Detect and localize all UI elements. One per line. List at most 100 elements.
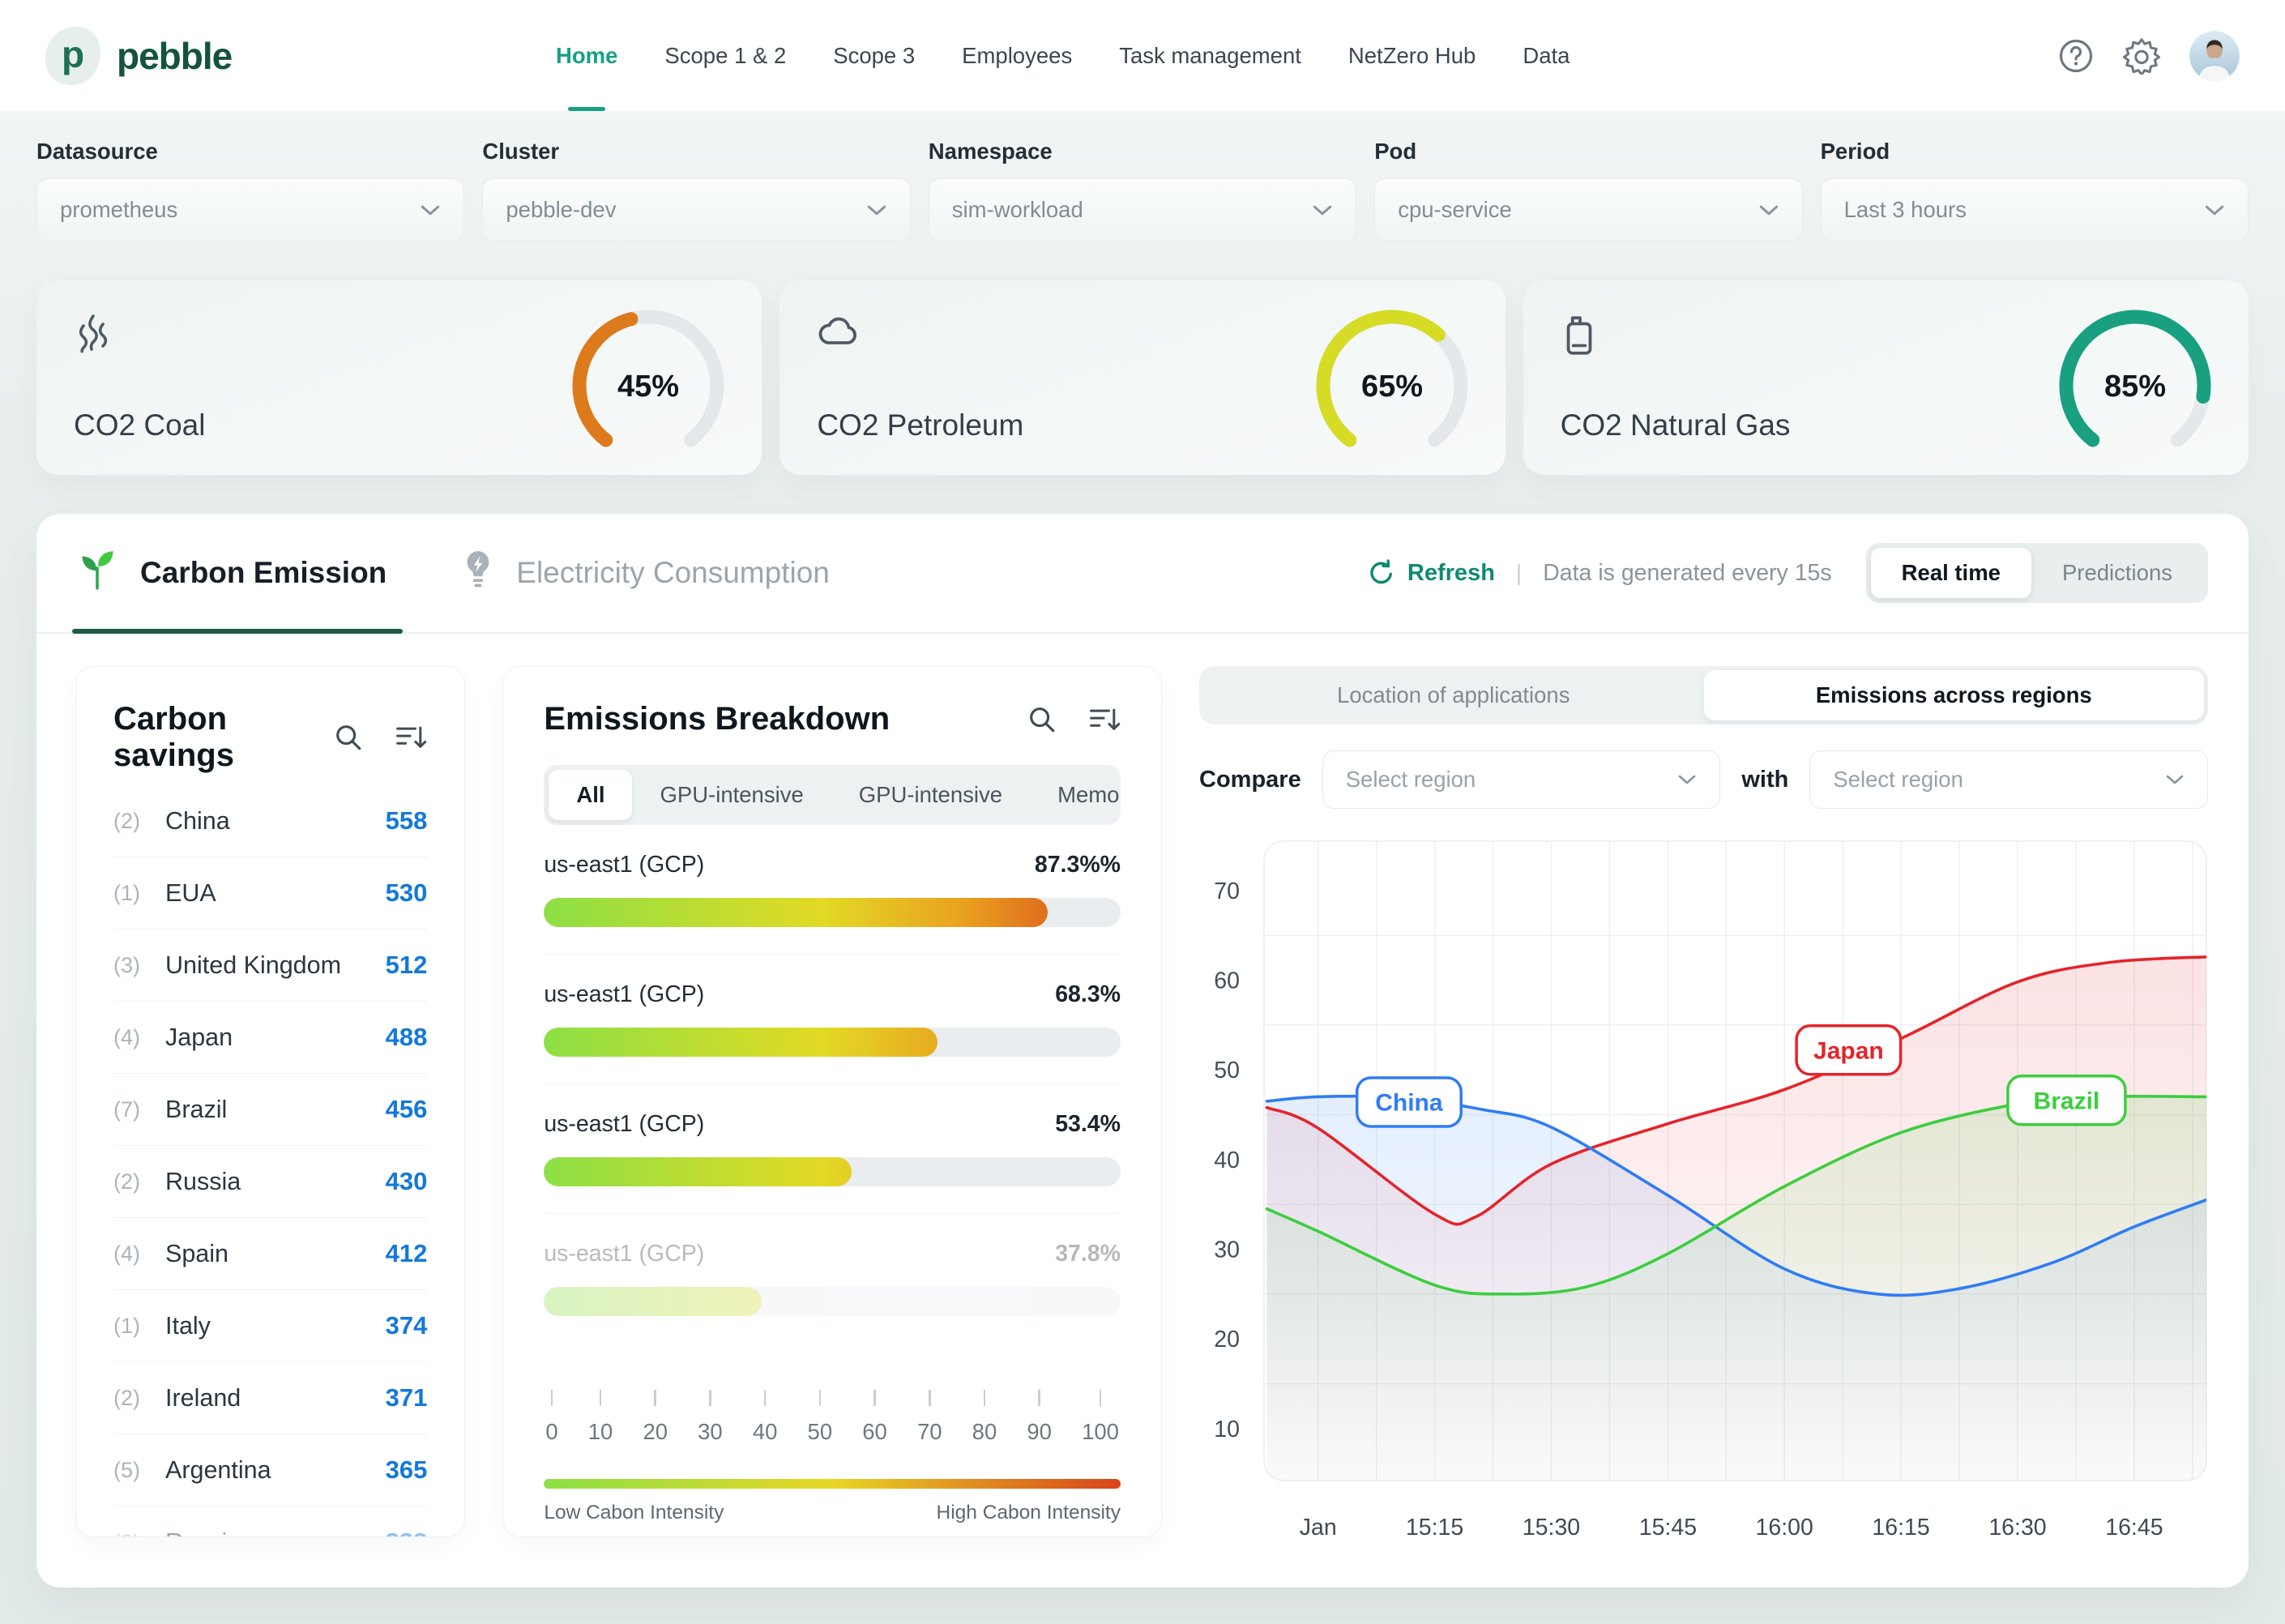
toggle-predictions[interactable]: Predictions: [2031, 548, 2203, 598]
savings-row-japan[interactable]: (4)Japan488: [113, 1002, 427, 1074]
compare-region-select-2[interactable]: Select region: [1809, 750, 2208, 809]
sort-desc-icon[interactable]: [1088, 706, 1121, 733]
filter-select-cluster[interactable]: pebble-dev: [482, 178, 910, 241]
regions-view-toggle: Location of applications Emissions acros…: [1199, 666, 2208, 724]
nav-item-scope-1-2[interactable]: Scope 1 & 2: [664, 0, 786, 111]
filter-label: Datasource: [36, 139, 464, 165]
savings-row-russia[interactable]: (2)Russia430: [113, 1146, 427, 1218]
savings-value: 488: [386, 1023, 428, 1052]
svg-text:10: 10: [1214, 1417, 1240, 1442]
header-actions: [2058, 31, 2240, 81]
tab-label: Electricity Consumption: [516, 556, 830, 590]
svg-text:16:45: 16:45: [2105, 1515, 2163, 1541]
select-value: Last 3 hours: [1844, 197, 1967, 223]
search-icon[interactable]: [1027, 704, 1057, 735]
nav-item-task-management[interactable]: Task management: [1119, 0, 1301, 111]
carbon-savings-list: (2)China558(1)EUA530(3)United Kingdom512…: [113, 785, 427, 1537]
savings-row-russia[interactable]: (3)Russia333: [113, 1506, 427, 1537]
savings-country: Italy: [165, 1312, 386, 1340]
svg-text:70: 70: [1214, 878, 1240, 904]
svg-text:20: 20: [1214, 1327, 1240, 1353]
breakdown-pill-gpu-intensive[interactable]: GPU-intensive: [632, 770, 831, 820]
tab-electricity-consumption[interactable]: Electricity Consumption: [461, 514, 830, 632]
savings-row-ireland[interactable]: (2)Ireland371: [113, 1362, 427, 1434]
savings-value: 430: [386, 1167, 428, 1196]
filter-select-namespace[interactable]: sim-workload: [929, 178, 1356, 241]
flame-icon: [74, 313, 205, 364]
axis-tick: 100: [1082, 1390, 1119, 1445]
select-value: cpu-service: [1398, 197, 1512, 223]
savings-country: United Kingdom: [165, 951, 386, 980]
filter-datasource: Datasource prometheus: [36, 139, 464, 241]
filter-label: Pod: [1374, 139, 1802, 165]
kpi-card-co2-coal: CO2 Coal 45%: [36, 280, 762, 475]
kpi-title: CO2 Coal: [74, 408, 205, 442]
tab-controls: Refresh | Data is generated every 15s Re…: [1367, 543, 2208, 603]
logo-letter: p: [62, 32, 84, 76]
svg-text:15:45: 15:45: [1639, 1515, 1697, 1541]
breakdown-bar-group: us-east1 (GCP)37.8%: [544, 1241, 1121, 1343]
savings-row-china[interactable]: (2)China558: [113, 785, 427, 857]
brand[interactable]: p pebble: [45, 27, 386, 85]
tab-carbon-emission[interactable]: Carbon Emission: [75, 514, 424, 632]
toggle-location-of-applications[interactable]: Location of applications: [1203, 670, 1704, 720]
filter-period: Period Last 3 hours: [1821, 139, 2249, 241]
emissions-chart[interactable]: 70605040302010Jan15:1515:3015:4516:0016:…: [1199, 836, 2208, 1566]
app-header: p pebble Home Scope 1 & 2 Scope 3 Employees…: [0, 0, 2285, 111]
bar-fill: [544, 1287, 762, 1316]
filter-select-pod[interactable]: cpu-service: [1374, 178, 1802, 241]
refresh-button[interactable]: Refresh: [1367, 558, 1495, 588]
nav-item-data[interactable]: Data: [1523, 0, 1570, 111]
nav-item-netzero-hub[interactable]: NetZero Hub: [1348, 0, 1476, 111]
chevron-down-icon: [2165, 774, 2185, 785]
chevron-down-icon: [1312, 204, 1333, 216]
savings-row-argentina[interactable]: (5)Argentina365: [113, 1434, 427, 1506]
settings-gear-icon[interactable]: [2123, 37, 2160, 75]
search-icon[interactable]: [333, 722, 364, 753]
nav-item-home[interactable]: Home: [556, 0, 617, 111]
kpi-cards: CO2 Coal45%CO2 Petroleum65%CO2 Natural G…: [36, 280, 2249, 475]
help-icon[interactable]: [2058, 38, 2094, 74]
filter-select-period[interactable]: Last 3 hours: [1821, 178, 2249, 241]
emissions-breakdown-card: Emissions Breakdown: [502, 666, 1162, 1537]
savings-row-united-kingdom[interactable]: (3)United Kingdom512: [113, 930, 427, 1002]
pebble-logo-icon: p: [45, 27, 100, 85]
kpi-title: CO2 Natural Gas: [1561, 408, 1791, 442]
nav-item-scope-3[interactable]: Scope 3: [833, 0, 915, 111]
filter-select-datasource[interactable]: prometheus: [36, 178, 464, 241]
carbon-intensity-gradient: [544, 1479, 1121, 1489]
svg-text:45%: 45%: [617, 370, 679, 404]
select-placeholder: Select region: [1346, 767, 1476, 793]
brand-name: pebble: [117, 34, 232, 78]
axis-tick: 0: [545, 1390, 557, 1445]
savings-country: Spain: [165, 1240, 386, 1268]
filter-pod: Pod cpu-service: [1374, 139, 1802, 241]
savings-row-brazil[interactable]: (7)Brazil456: [113, 1074, 427, 1146]
filter-label: Period: [1821, 139, 2249, 165]
main-nav: Home Scope 1 & 2 Scope 3 Employees Task mana…: [556, 0, 1570, 111]
filter-cluster: Clusterpebble-dev: [482, 139, 910, 241]
axis-tick: 50: [808, 1390, 833, 1445]
user-avatar[interactable]: [2189, 31, 2240, 81]
sort-desc-icon[interactable]: [395, 724, 427, 751]
compare-region-select-1[interactable]: Select region: [1322, 750, 1721, 809]
chevron-down-icon: [866, 204, 887, 216]
savings-row-italy[interactable]: (1)Italy374: [113, 1290, 427, 1362]
bar-track: [544, 1028, 1121, 1057]
savings-country: Ireland: [165, 1384, 386, 1412]
breakdown-pill-memory-intensive[interactable]: Memory-intensive: [1030, 770, 1121, 820]
svg-text:China: China: [1375, 1090, 1443, 1117]
savings-rank: (2): [113, 1169, 165, 1194]
breakdown-pill-gpu-intensive[interactable]: GPU-intensive: [831, 770, 1030, 820]
breakdown-pill-all[interactable]: All: [549, 770, 632, 820]
savings-row-eua[interactable]: (1)EUA530: [113, 857, 427, 930]
bar-percent: 68.3%: [1055, 981, 1121, 1008]
chevron-down-icon: [1758, 204, 1779, 216]
toggle-emissions-across-regions[interactable]: Emissions across regions: [1704, 670, 2205, 720]
savings-value: 365: [386, 1455, 428, 1485]
svg-text:40: 40: [1214, 1147, 1240, 1173]
savings-row-spain[interactable]: (4)Spain412: [113, 1218, 427, 1290]
nav-item-employees[interactable]: Employees: [962, 0, 1072, 111]
toggle-real-time[interactable]: Real time: [1871, 548, 2031, 598]
axis-tick: 60: [862, 1390, 887, 1445]
